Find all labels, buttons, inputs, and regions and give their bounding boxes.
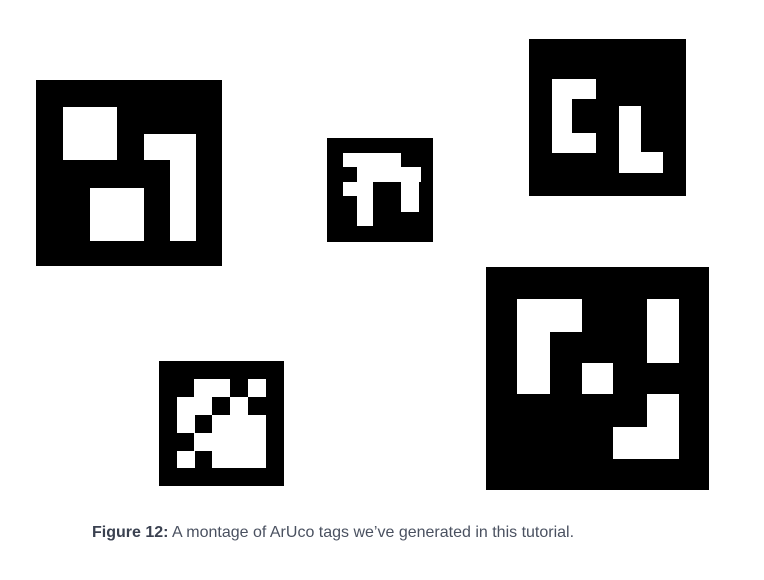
aruco-tag	[159, 361, 284, 486]
aruco-tag-pattern	[159, 361, 284, 486]
aruco-tag-pattern	[36, 80, 222, 266]
figure-caption: Figure 12: A montage of ArUco tags we’ve…	[92, 524, 574, 542]
aruco-tag	[486, 267, 709, 490]
figure-caption-label: Figure 12:	[92, 524, 169, 541]
aruco-tag-pattern	[327, 138, 433, 242]
aruco-tag-pattern	[486, 267, 709, 490]
aruco-tag-pattern	[529, 39, 686, 196]
aruco-tag	[529, 39, 686, 196]
aruco-tag	[36, 80, 222, 266]
figure-caption-text: A montage of ArUco tags we’ve generated …	[168, 524, 575, 541]
aruco-tag	[327, 138, 433, 242]
